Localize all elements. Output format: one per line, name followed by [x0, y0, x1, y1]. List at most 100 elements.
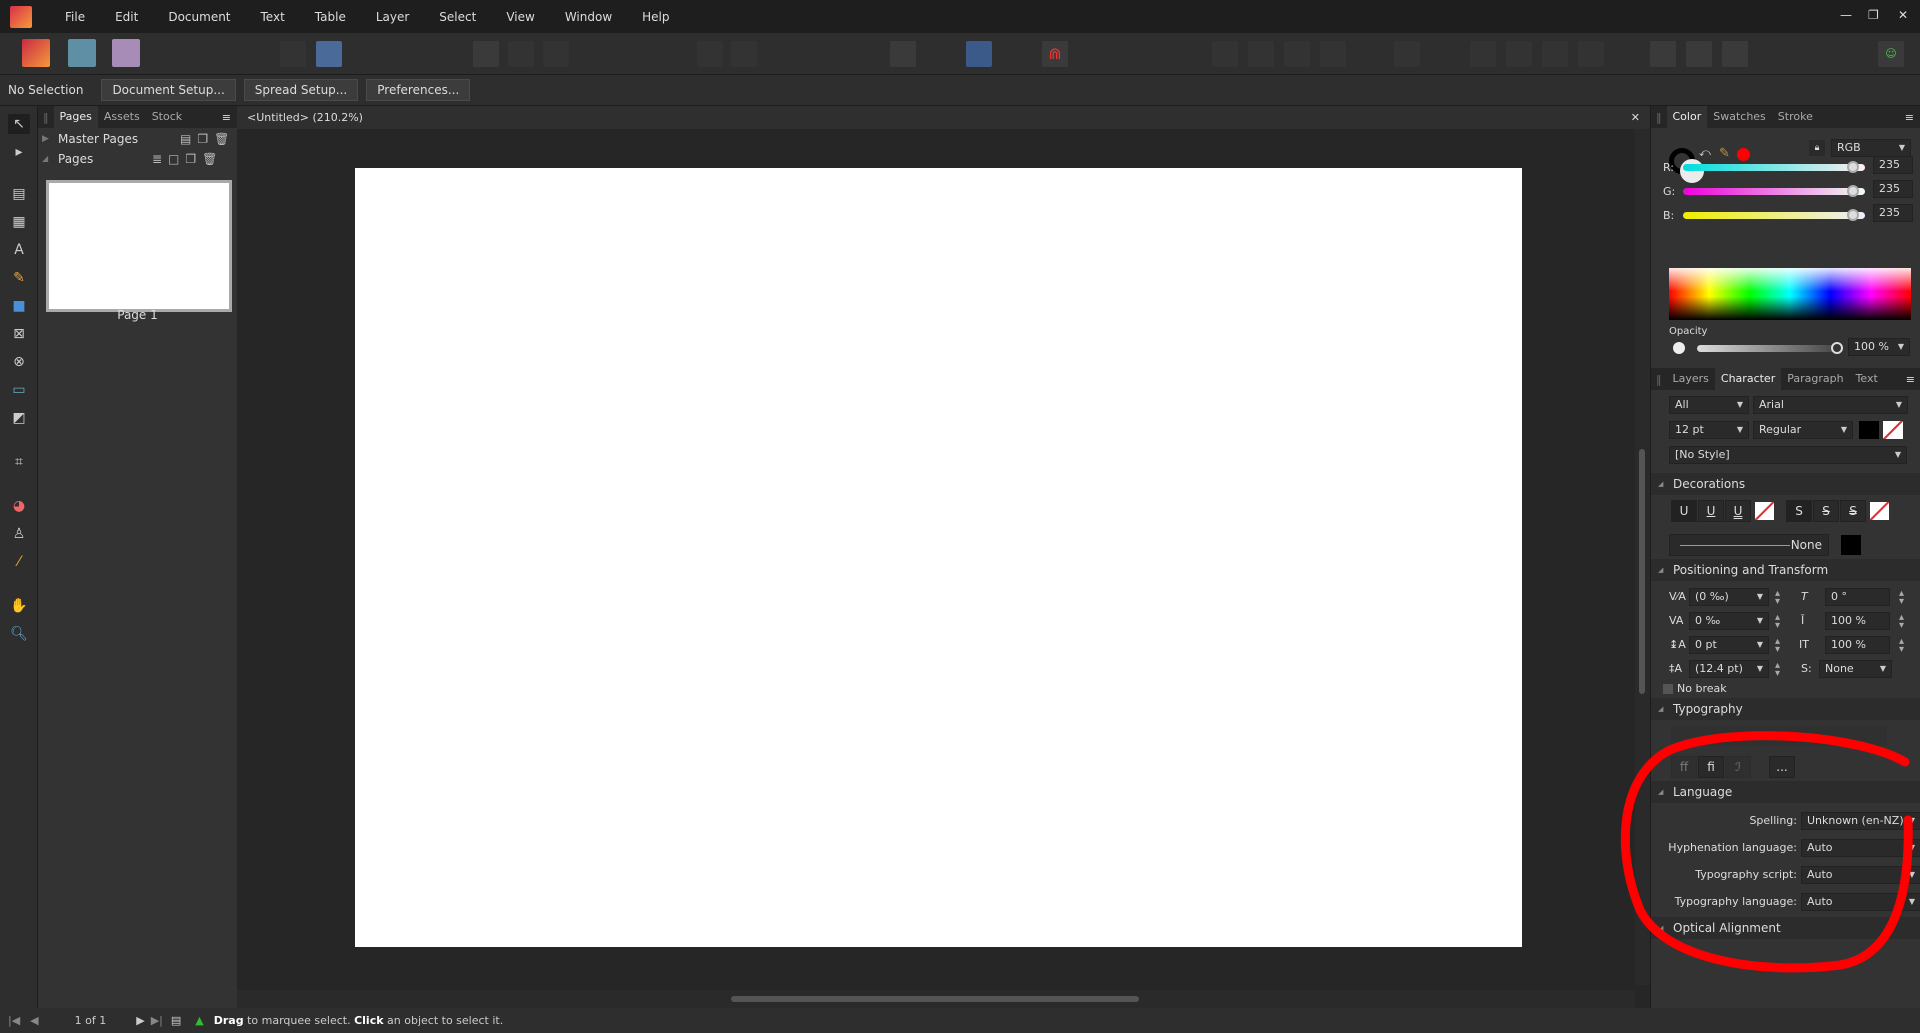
restore-button[interactable]: ❐ [1868, 8, 1879, 22]
view-mode-icon[interactable] [473, 41, 499, 67]
table-tool-icon[interactable]: ▦ [8, 212, 30, 232]
decoration-line-dropdown[interactable]: None [1669, 534, 1829, 556]
opacity-slider[interactable] [1697, 345, 1839, 352]
font-weight-dropdown[interactable]: Regular ▼ [1753, 421, 1853, 439]
blue-value-field[interactable]: 235 [1873, 204, 1913, 222]
panel-menu-icon[interactable]: ≡ [222, 111, 237, 124]
tracking-field[interactable]: (0 ‰) ▼ [1689, 588, 1769, 606]
pin-icon[interactable] [697, 41, 723, 67]
panel-grip-icon[interactable]: ‖ [1651, 373, 1667, 386]
green-slider-thumb[interactable] [1847, 185, 1859, 197]
snapping-magnet-icon[interactable]: ⋒ [1042, 41, 1068, 67]
master-page-actions[interactable]: ▤❐🗑︎ [180, 132, 235, 146]
green-slider[interactable] [1683, 188, 1865, 195]
tab-paragraph[interactable]: Paragraph [1781, 368, 1849, 390]
menu-table[interactable]: Table [300, 10, 361, 24]
menu-window[interactable]: Window [550, 10, 627, 24]
preflight-icon[interactable]: ▲ [195, 1014, 203, 1027]
lock-icon[interactable]: 🔒︎ [1809, 140, 1825, 156]
canvas-area[interactable]: <Untitled> (210.2%) ✕ [237, 106, 1650, 1008]
baseline-grid-icon[interactable] [966, 41, 992, 67]
skew-stepper[interactable]: ▴ ▾ [1899, 589, 1904, 607]
menu-document[interactable]: Document [153, 10, 245, 24]
move-tool-icon[interactable]: ↖ [8, 114, 30, 134]
collapse-arrow-icon[interactable]: ◢ [42, 154, 48, 163]
leading-field[interactable]: (12.4 pt) ▼ [1689, 660, 1769, 678]
photo-persona-icon[interactable] [112, 39, 140, 67]
expand-arrow-icon[interactable]: ▶ [42, 134, 49, 144]
picked-color-swatch[interactable] [1737, 148, 1750, 161]
opacity-slider-thumb[interactable] [1831, 342, 1843, 354]
decoration-color-swatch[interactable] [1841, 535, 1861, 555]
first-page-icon[interactable]: |◀ [8, 1014, 20, 1027]
menu-file[interactable]: File [50, 10, 100, 24]
menu-edit[interactable]: Edit [100, 10, 153, 24]
frame-text-tool-icon[interactable]: ▤ [8, 184, 30, 204]
underline-single-button[interactable]: U [1698, 500, 1724, 522]
menu-text[interactable]: Text [246, 10, 300, 24]
tab-text-styles[interactable]: Text Styles [1850, 368, 1906, 407]
panel-grip-icon[interactable]: ‖ [1651, 111, 1667, 124]
character-style-dropdown[interactable]: [No Style] ▼ [1669, 446, 1907, 464]
designer-persona-icon[interactable] [68, 39, 96, 67]
tab-stroke[interactable]: Stroke [1772, 106, 1819, 128]
menu-select[interactable]: Select [424, 10, 491, 24]
red-slider-thumb[interactable] [1847, 161, 1859, 173]
arrange-icon[interactable] [1248, 41, 1274, 67]
panel-menu-icon[interactable]: ≡ [1905, 111, 1920, 124]
spread-setup-button[interactable]: Spread Setup... [243, 79, 359, 101]
bleed-icon[interactable] [543, 41, 569, 67]
underline-color-swatch[interactable] [1755, 502, 1774, 520]
menu-layer[interactable]: Layer [361, 10, 424, 24]
transparency-tool-icon[interactable]: ♙ [8, 524, 30, 544]
text-color-swatch[interactable] [1859, 421, 1879, 439]
blue-slider[interactable] [1683, 212, 1865, 219]
leading-stepper[interactable]: ▴ ▾ [1775, 661, 1780, 679]
tab-swatches[interactable]: Swatches [1707, 106, 1772, 128]
pen-tool-icon[interactable]: ✎ [8, 268, 30, 288]
preferences-button[interactable]: Preferences... [366, 79, 471, 101]
image-tool-icon[interactable]: ◩ [8, 408, 30, 428]
pages-icon[interactable]: ▤ [171, 1014, 181, 1027]
align-icon[interactable] [1394, 41, 1420, 67]
tab-character[interactable]: Character [1714, 368, 1782, 390]
document-page[interactable] [355, 168, 1522, 947]
highlight-color-swatch[interactable] [1883, 421, 1903, 439]
document-tab[interactable]: <Untitled> (210.2%) ✕ [237, 106, 1650, 129]
font-family-dropdown[interactable]: Arial ▼ [1753, 396, 1908, 414]
document-setup-button[interactable]: Document Setup... [101, 79, 236, 101]
swap-colors-icon[interactable]: ⤺ [1699, 146, 1711, 160]
rotate-icon[interactable] [1506, 41, 1532, 67]
kerning-stepper[interactable]: ▴ ▾ [1775, 613, 1780, 631]
underline-double-button[interactable]: U [1725, 500, 1751, 522]
ellipse-frame-tool-icon[interactable]: ⊗ [8, 352, 30, 372]
tab-color[interactable]: Color [1666, 106, 1708, 128]
text-wrap-icon[interactable] [890, 41, 916, 67]
decorations-header[interactable]: Decorations [1651, 473, 1920, 495]
fill-color-well[interactable] [1680, 159, 1704, 183]
eyedropper-icon[interactable]: ✎ [1719, 146, 1730, 161]
tab-assets[interactable]: Assets [98, 106, 146, 128]
color-mode-dropdown[interactable]: RGB ▼ [1831, 139, 1911, 157]
flip-icon[interactable] [1470, 41, 1496, 67]
node-tool-icon[interactable]: ▸ [8, 142, 30, 162]
next-page-icon[interactable]: ▶ [136, 1014, 144, 1027]
fill-tool-icon[interactable]: ◕ [8, 496, 30, 516]
page-thumbnail[interactable] [46, 180, 232, 312]
horizontal-scroll-thumb[interactable] [731, 996, 1139, 1002]
typography-header[interactable]: Typography [1651, 698, 1920, 720]
arrange-icon[interactable] [1212, 41, 1238, 67]
close-document-icon[interactable]: ✕ [1631, 106, 1640, 129]
underline-button[interactable]: U [1671, 500, 1697, 522]
blue-slider-thumb[interactable] [1847, 209, 1859, 221]
green-value-field[interactable]: 235 [1873, 180, 1913, 198]
red-slider[interactable] [1683, 164, 1865, 171]
pages-label[interactable]: Pages [58, 152, 93, 166]
boolean-intersect-icon[interactable] [1722, 41, 1748, 67]
picture-frame-tool-icon[interactable]: ⊠ [8, 324, 30, 344]
kerning-field[interactable]: 0 ‰ ▼ [1689, 612, 1769, 630]
tab-stock[interactable]: Stock [146, 106, 188, 128]
positioning-header[interactable]: Positioning and Transform [1651, 559, 1920, 581]
strikethrough-button[interactable]: S [1786, 500, 1812, 522]
color-picker-tool-icon[interactable]: ⁄ [8, 552, 30, 572]
